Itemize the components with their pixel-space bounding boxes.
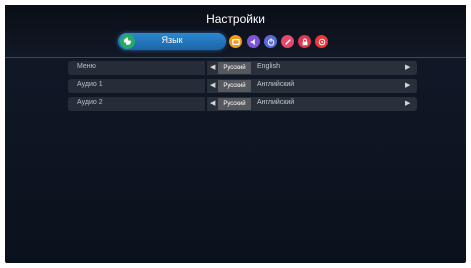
language-settings-list: Меню ◀ Русский English ▶ Аудио 1 ◀ Русск… bbox=[68, 61, 417, 115]
sound-icon[interactable] bbox=[247, 35, 260, 48]
lock-icon[interactable] bbox=[298, 35, 311, 48]
arrow-left-icon[interactable]: ◀ bbox=[210, 99, 215, 107]
setting-row-audio-2[interactable]: Аудио 2 ◀ Русский Английский ▶ bbox=[68, 97, 417, 111]
arrow-left-icon[interactable]: ◀ bbox=[210, 63, 215, 71]
screen-icon[interactable] bbox=[229, 35, 242, 48]
setting-label-box: Меню bbox=[68, 61, 205, 75]
support-icon[interactable] bbox=[315, 35, 328, 48]
power-icon[interactable] bbox=[264, 35, 277, 48]
tools-icon[interactable] bbox=[281, 35, 294, 48]
page-title: Настройки bbox=[206, 12, 265, 26]
alternative-option[interactable]: Английский bbox=[257, 99, 294, 106]
setting-row-menu[interactable]: Меню ◀ Русский English ▶ bbox=[68, 61, 417, 75]
settings-header: Настройки Язык bbox=[5, 5, 466, 58]
alternative-option[interactable]: Английский bbox=[257, 81, 294, 88]
selected-option[interactable]: Русский bbox=[218, 98, 251, 110]
arrow-right-icon[interactable]: ▶ bbox=[405, 99, 410, 107]
selected-option[interactable]: Русский bbox=[218, 80, 251, 92]
setting-label-box: Аудио 2 bbox=[68, 97, 205, 111]
arrow-left-icon[interactable]: ◀ bbox=[210, 81, 215, 89]
tab-language-label: Язык bbox=[161, 35, 183, 45]
setting-row-audio-1[interactable]: Аудио 1 ◀ Русский Английский ▶ bbox=[68, 79, 417, 93]
tab-language[interactable]: Язык bbox=[118, 33, 226, 50]
setting-label-box: Аудио 1 bbox=[68, 79, 205, 93]
arrow-right-icon[interactable]: ▶ bbox=[405, 63, 410, 71]
setting-label: Аудио 1 bbox=[77, 81, 103, 88]
selected-option[interactable]: Русский bbox=[218, 62, 251, 74]
tv-screen: Настройки Язык Меню ◀ Русский English ▶ … bbox=[5, 5, 466, 263]
setting-label: Аудио 2 bbox=[77, 99, 103, 106]
alternative-option[interactable]: English bbox=[257, 63, 280, 70]
arrow-right-icon[interactable]: ▶ bbox=[405, 81, 410, 89]
setting-label: Меню bbox=[77, 63, 96, 70]
